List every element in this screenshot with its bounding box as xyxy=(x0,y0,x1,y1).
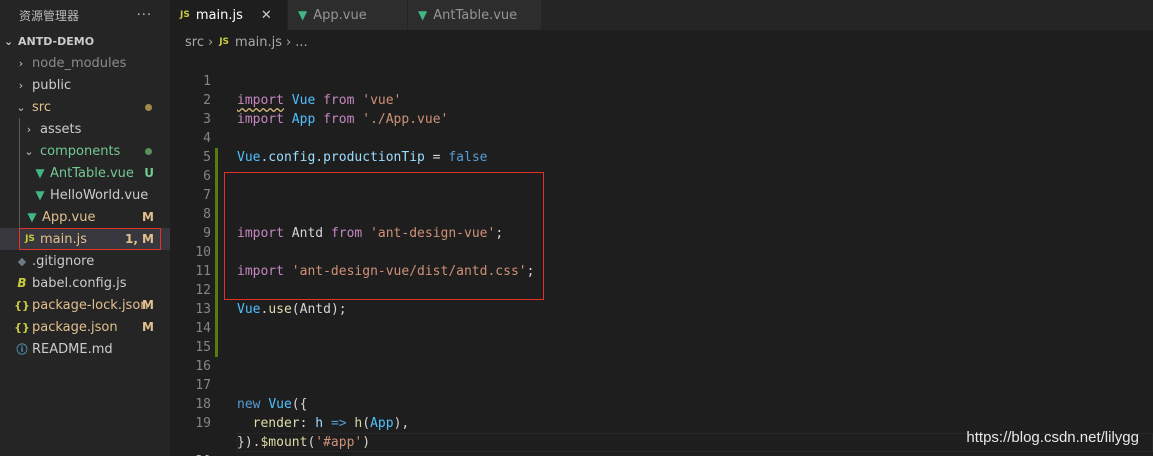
indent-guide xyxy=(19,206,20,228)
tab-label: App.vue xyxy=(313,7,367,23)
code-line: 19 }).$mount('#app') xyxy=(170,395,1153,450)
untracked-dot-icon xyxy=(145,147,152,155)
vue-file-icon: ▼ xyxy=(27,210,37,224)
indent-guide xyxy=(19,118,20,140)
code-editor[interactable]: 1 import Vue from 'vue' 2 import App fro… xyxy=(170,53,1153,456)
code-line: 2 import App from './App.vue' xyxy=(170,72,1153,127)
js-file-icon: JS xyxy=(219,37,230,47)
tree-item-label: src xyxy=(32,99,51,115)
git-status-badge: U xyxy=(144,166,154,180)
project-name: ANTD-DEMO xyxy=(18,34,95,48)
explorer-header: 资源管理器 ··· xyxy=(0,0,170,30)
modified-dot-icon xyxy=(145,103,152,111)
breadcrumb-folder[interactable]: src xyxy=(185,35,204,50)
tree-item-label: public xyxy=(32,77,72,93)
chevron-down-icon: ⌄ xyxy=(4,34,14,48)
project-root[interactable]: ⌄ ANTD-DEMO xyxy=(0,30,170,52)
indent-guide xyxy=(19,140,20,162)
code-line: 16 xyxy=(170,338,1153,374)
breadcrumb-symbols[interactable]: ... xyxy=(295,35,307,50)
watermark: https://blog.csdn.net/lilygg xyxy=(966,429,1139,446)
tree-item-app-vue[interactable]: ▼ App.vue M xyxy=(0,206,170,228)
editor-tab-bar: JS main.js ✕ ▼ App.vue ▼ AntTable.vue xyxy=(170,0,1153,30)
tree-item-main-js[interactable]: JS main.js 1, M xyxy=(0,228,170,250)
code-line: 1 import Vue from 'vue' xyxy=(170,53,1153,108)
code-line: 3 xyxy=(170,91,1153,127)
explorer-sidebar: 资源管理器 ··· ⌄ ANTD-DEMO › node_modules › p… xyxy=(0,0,170,456)
close-icon[interactable]: ✕ xyxy=(261,8,272,23)
chevron-down-icon: ⌄ xyxy=(16,100,26,114)
tree-item-label: .gitignore xyxy=(32,253,95,269)
git-file-icon: ◆ xyxy=(17,254,27,268)
chevron-right-icon: › xyxy=(18,78,24,92)
tree-item-node-modules[interactable]: › node_modules xyxy=(0,52,170,74)
code-line: 15 xyxy=(170,319,1153,355)
indent-guide xyxy=(19,184,20,206)
git-status-badge: M xyxy=(142,320,154,334)
highlight-box xyxy=(19,228,161,250)
chevron-right-icon: › xyxy=(286,34,292,50)
tree-item-babel-config[interactable]: B babel.config.js xyxy=(0,272,170,294)
info-icon: ⓘ xyxy=(16,343,28,356)
js-file-icon: JS xyxy=(180,10,190,20)
code-line: 17 new Vue({ xyxy=(170,357,1153,412)
tree-item-package-json[interactable]: {} package.json M xyxy=(0,316,170,338)
tree-item-label: package.json xyxy=(32,319,118,335)
tree-item-assets[interactable]: › assets xyxy=(0,118,170,140)
highlight-box xyxy=(224,172,544,300)
tree-item-label: babel.config.js xyxy=(32,275,127,291)
line-number: 20 xyxy=(170,452,211,456)
tree-item-components[interactable]: ⌄ components xyxy=(0,140,170,162)
tab-anttable-vue[interactable]: ▼ AntTable.vue xyxy=(408,0,542,30)
tree-item-label: HelloWorld.vue xyxy=(50,187,149,203)
code-line: 18 render: h => h(App), xyxy=(170,376,1153,431)
git-status-badge: M xyxy=(142,210,154,224)
tab-main-js[interactable]: JS main.js ✕ xyxy=(170,0,288,30)
json-file-icon: {} xyxy=(14,320,30,334)
babel-file-icon: B xyxy=(17,276,27,290)
tree-item-label: assets xyxy=(40,121,82,137)
code-line: 4 Vue.config.productionTip = false xyxy=(170,110,1153,165)
breadcrumb: src › JS main.js › ... xyxy=(170,30,1153,54)
tab-label: main.js xyxy=(195,7,243,23)
tree-item-src[interactable]: ⌄ src xyxy=(0,96,170,118)
git-status-badge: M xyxy=(142,298,154,312)
chevron-right-icon: › xyxy=(18,56,24,70)
vue-file-icon: ▼ xyxy=(35,188,45,202)
tree-item-readme[interactable]: ⓘ README.md xyxy=(0,338,170,360)
chevron-right-icon: › xyxy=(26,122,32,136)
tree-item-public[interactable]: › public xyxy=(0,74,170,96)
explorer-title: 资源管理器 xyxy=(19,8,80,23)
indent-guide xyxy=(19,162,20,184)
tree-item-anttable-vue[interactable]: ▼ AntTable.vue U xyxy=(0,162,170,184)
tree-item-package-lock[interactable]: {} package-lock.json M xyxy=(0,294,170,316)
vue-file-icon: ▼ xyxy=(35,166,45,180)
json-file-icon: {} xyxy=(14,298,30,312)
chevron-right-icon: › xyxy=(207,34,214,50)
tab-app-vue[interactable]: ▼ App.vue xyxy=(288,0,408,30)
tree-item-label: AntTable.vue xyxy=(50,165,134,181)
tree-item-gitignore[interactable]: ◆ .gitignore xyxy=(0,250,170,272)
code-line: 6 xyxy=(170,148,1153,184)
tree-item-label: package-lock.json xyxy=(32,297,149,313)
tree-item-label: components xyxy=(40,143,121,159)
code-line: 5 xyxy=(170,129,1153,165)
tree-item-helloworld-vue[interactable]: ▼ HelloWorld.vue xyxy=(0,184,170,206)
tab-label: AntTable.vue xyxy=(433,7,518,23)
tree-item-label: App.vue xyxy=(42,209,96,225)
vue-file-icon: ▼ xyxy=(418,8,428,22)
vue-file-icon: ▼ xyxy=(298,8,308,22)
breadcrumb-file[interactable]: main.js xyxy=(235,35,282,50)
tree-item-label: README.md xyxy=(32,341,113,357)
chevron-down-icon: ⌄ xyxy=(24,144,34,158)
code-line: 14 xyxy=(170,300,1153,336)
more-actions-icon[interactable]: ··· xyxy=(137,8,152,23)
tree-item-label: node_modules xyxy=(32,55,127,71)
